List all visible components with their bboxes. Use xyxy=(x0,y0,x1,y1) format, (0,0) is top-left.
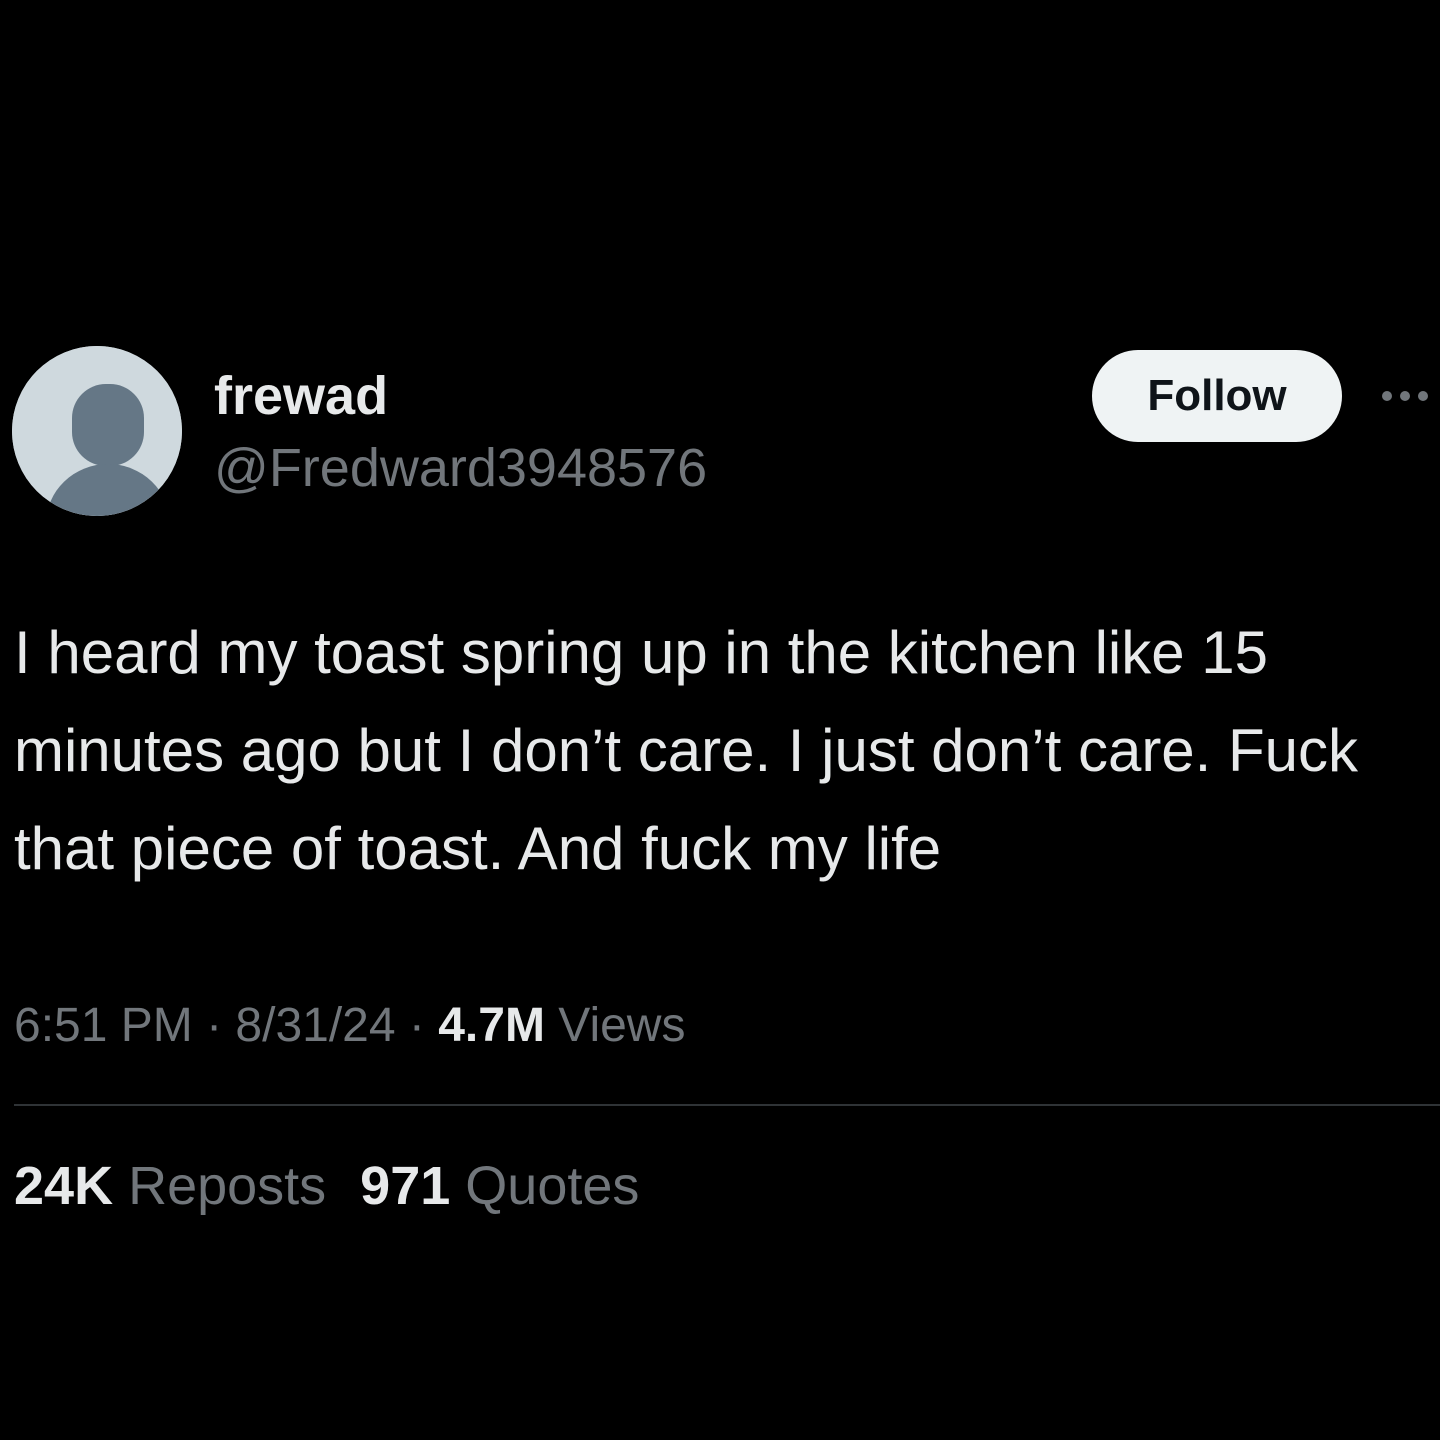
display-name[interactable]: frewad xyxy=(214,364,388,428)
reposts-count: 24K xyxy=(14,1156,114,1216)
follow-button-label: Follow xyxy=(1147,371,1287,420)
default-avatar-icon xyxy=(12,346,182,516)
reposts-stat[interactable]: 24K Reposts xyxy=(14,1156,326,1216)
post-text: I heard my toast spring up in the kitche… xyxy=(14,619,1359,882)
post-date[interactable]: 8/31/24 xyxy=(235,999,395,1052)
avatar[interactable] xyxy=(12,346,182,516)
post: frewad @Fredward3948576 Follow I heard m… xyxy=(0,0,1440,1440)
post-time[interactable]: 6:51 PM xyxy=(14,999,193,1052)
post-stats: 24K Reposts 971 Quotes xyxy=(14,1154,639,1218)
post-meta: 6:51 PM · 8/31/24 · 4.7M Views xyxy=(14,996,685,1056)
divider xyxy=(14,1104,1440,1106)
quotes-label: Quotes xyxy=(450,1156,640,1216)
more-horizontal-icon xyxy=(1382,391,1428,401)
views-label: Views xyxy=(544,999,686,1052)
meta-separator: · xyxy=(192,999,236,1052)
meta-separator: · xyxy=(395,999,439,1052)
quotes-stat[interactable]: 971 Quotes xyxy=(360,1156,639,1216)
user-handle[interactable]: @Fredward3948576 xyxy=(214,436,707,500)
quotes-count: 971 xyxy=(360,1156,451,1216)
reposts-label: Reposts xyxy=(113,1156,327,1216)
follow-button[interactable]: Follow xyxy=(1092,350,1342,442)
views-count: 4.7M xyxy=(438,999,545,1052)
more-options-button[interactable] xyxy=(1380,380,1440,412)
